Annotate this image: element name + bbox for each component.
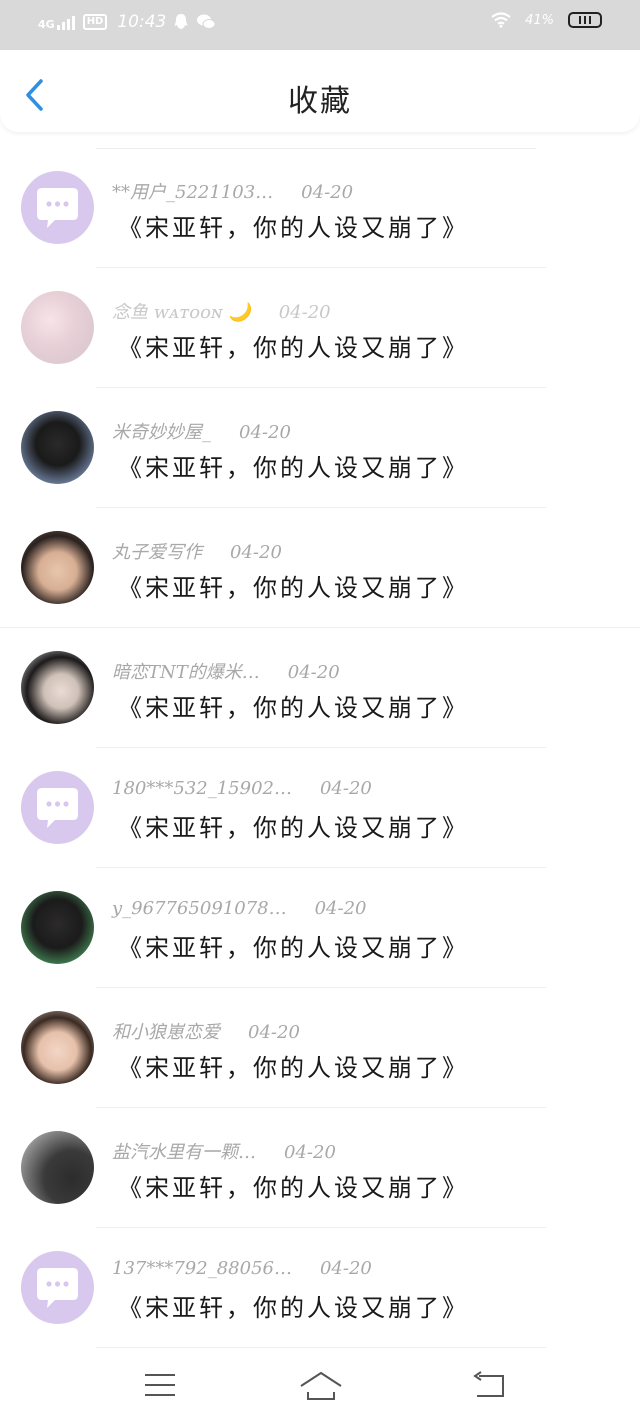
username[interactable]: 暗恋TNT的爆米… — [112, 662, 260, 683]
avatar[interactable] — [21, 291, 94, 364]
favorite-meta: 盐汽水里有一颗… 04-20 — [112, 1138, 336, 1164]
date: 04-20 — [287, 662, 340, 683]
chat-bubble-icon — [37, 788, 78, 828]
avatar[interactable] — [21, 651, 94, 724]
battery-icon — [568, 12, 602, 28]
date: 04-20 — [284, 1142, 336, 1163]
favorite-meta: 念鱼 ᴡᴀᴛᴏᴏɴ 🌙 04-20 — [112, 298, 331, 324]
username[interactable]: 和小狼崽恋爱 — [112, 1022, 220, 1043]
favorite-title[interactable]: 《宋亚轩，你的人设又崩了》 — [118, 1288, 469, 1323]
username[interactable]: 180***532_15902… — [112, 778, 292, 799]
favorite-title[interactable]: 《宋亚轩，你的人设又崩了》 — [118, 688, 469, 723]
username[interactable]: 念鱼 ᴡᴀᴛᴏᴏɴ 🌙 — [112, 302, 251, 323]
favorite-item[interactable]: 念鱼 ᴡᴀᴛᴏᴏɴ 🌙 04-20 《宋亚轩，你的人设又崩了》 — [0, 268, 640, 388]
status-right: 41% — [491, 12, 602, 28]
favorite-item[interactable]: y_967765091078… 04-20 《宋亚轩，你的人设又崩了》 — [0, 868, 640, 988]
favorite-meta: 180***532_15902… 04-20 — [112, 778, 372, 799]
favorite-item[interactable]: **用户_5221103… 04-20 《宋亚轩，你的人设又崩了》 — [0, 148, 640, 268]
avatar[interactable] — [21, 1131, 94, 1204]
status-bar: 4G HD 10:43 41% — [0, 0, 640, 50]
favorite-title[interactable]: 《宋亚轩，你的人设又崩了》 — [118, 928, 469, 963]
favorite-title[interactable]: 《宋亚轩，你的人设又崩了》 — [118, 328, 469, 363]
avatar[interactable] — [21, 891, 94, 964]
battery-percent: 41% — [525, 12, 554, 28]
date: 04-20 — [230, 542, 282, 563]
username[interactable]: 137***792_88056… — [112, 1258, 292, 1279]
favorite-title[interactable]: 《宋亚轩，你的人设又崩了》 — [118, 448, 469, 483]
favorite-item[interactable]: 盐汽水里有一颗… 04-20 《宋亚轩，你的人设又崩了》 — [0, 1108, 640, 1228]
username[interactable]: 米奇妙妙屋_ — [112, 422, 211, 443]
chat-bubble-icon — [37, 188, 78, 228]
date: 04-20 — [301, 182, 354, 203]
home-icon[interactable] — [299, 1370, 343, 1402]
default-chat-avatar[interactable] — [21, 1251, 94, 1324]
favorite-meta: 137***792_88056… 04-20 — [112, 1258, 372, 1279]
favorite-meta: 丸子爱写作 04-20 — [112, 538, 282, 564]
date: 04-20 — [319, 778, 372, 799]
username[interactable]: 丸子爱写作 — [112, 542, 202, 563]
hd-badge: HD — [82, 14, 108, 30]
default-chat-avatar[interactable] — [21, 771, 94, 844]
network-type: 4G — [38, 18, 55, 31]
clock: 10:43 — [117, 12, 167, 32]
date: 04-20 — [278, 302, 331, 323]
avatar[interactable] — [21, 531, 94, 604]
favorite-title[interactable]: 《宋亚轩，你的人设又崩了》 — [118, 808, 469, 843]
favorite-title[interactable]: 《宋亚轩，你的人设又崩了》 — [118, 208, 469, 243]
date: 04-20 — [239, 422, 291, 443]
favorite-item[interactable]: 137***792_88056… 04-20 《宋亚轩，你的人设又崩了》 — [0, 1228, 640, 1348]
favorite-meta: 和小狼崽恋爱 04-20 — [112, 1018, 300, 1044]
favorite-item[interactable]: 180***532_15902… 04-20 《宋亚轩，你的人设又崩了》 — [0, 748, 640, 868]
menu-icon[interactable] — [143, 1370, 177, 1400]
status-left: 4G HD 10:43 — [38, 12, 216, 32]
avatar[interactable] — [21, 1011, 94, 1084]
favorite-title[interactable]: 《宋亚轩，你的人设又崩了》 — [118, 1048, 469, 1083]
username[interactable]: y_967765091078… — [112, 898, 287, 919]
qq-icon — [174, 14, 188, 29]
username[interactable]: **用户_5221103… — [112, 182, 273, 203]
divider — [96, 1347, 546, 1348]
username[interactable]: 盐汽水里有一颗… — [112, 1142, 256, 1163]
favorite-meta: y_967765091078… 04-20 — [112, 898, 367, 919]
favorite-title[interactable]: 《宋亚轩，你的人设又崩了》 — [118, 568, 469, 603]
date: 04-20 — [248, 1022, 300, 1043]
system-nav-bar — [0, 1352, 640, 1422]
favorite-meta: 暗恋TNT的爆米… 04-20 — [112, 658, 340, 684]
favorite-item[interactable]: 米奇妙妙屋_ 04-20 《宋亚轩，你的人设又崩了》 — [0, 388, 640, 508]
chat-bubble-icon — [37, 1268, 78, 1308]
date: 04-20 — [314, 898, 367, 919]
wifi-icon — [491, 12, 511, 28]
page-title: 收藏 — [288, 84, 352, 119]
signal-icon — [56, 14, 75, 30]
date: 04-20 — [319, 1258, 372, 1279]
favorite-item[interactable]: 和小狼崽恋爱 04-20 《宋亚轩，你的人设又崩了》 — [0, 988, 640, 1108]
avatar[interactable] — [21, 411, 94, 484]
wechat-icon — [197, 14, 216, 29]
favorite-meta: 米奇妙妙屋_ 04-20 — [112, 418, 291, 444]
default-chat-avatar[interactable] — [21, 171, 94, 244]
return-icon[interactable] — [471, 1370, 507, 1400]
favorite-title[interactable]: 《宋亚轩，你的人设又崩了》 — [118, 1168, 469, 1203]
favorite-item[interactable]: 暗恋TNT的爆米… 04-20 《宋亚轩，你的人设又崩了》 — [0, 628, 640, 748]
favorite-meta: **用户_5221103… 04-20 — [112, 178, 353, 204]
header: 收藏 — [0, 50, 640, 132]
favorite-item[interactable]: 丸子爱写作 04-20 《宋亚轩，你的人设又崩了》 — [0, 508, 640, 628]
